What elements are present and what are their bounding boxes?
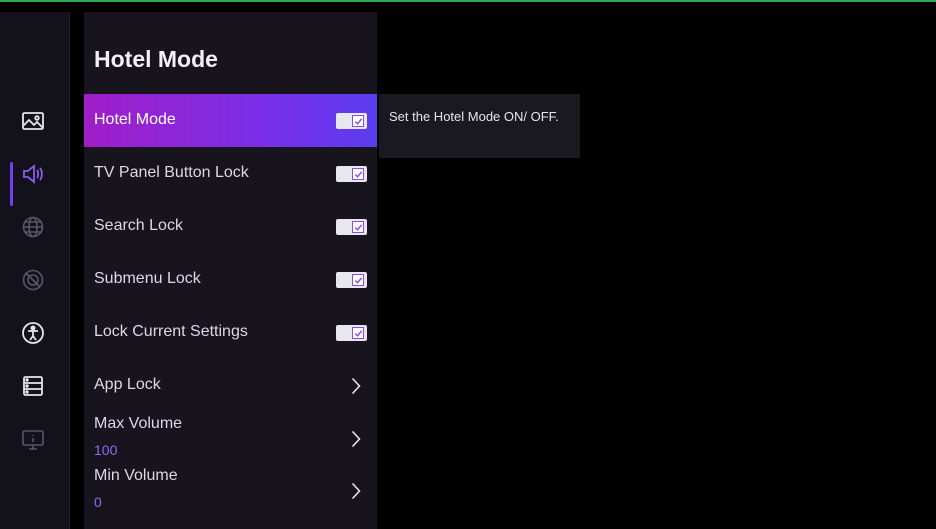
menu-item-lock-current-settings[interactable]: Lock Current Settings [84,306,377,359]
tooltip-text: Set the Hotel Mode ON/ OFF. [389,109,559,124]
page-title: Hotel Mode [94,46,218,72]
menu-item-label: Min Volume [94,467,178,484]
menu-item-min-volume[interactable]: Min Volume 0 [84,464,377,517]
menu-item-hotel-mode[interactable]: Hotel Mode [84,94,377,147]
min-volume-value: 0 [94,494,102,510]
settings-category-rail [0,12,70,529]
privacy-icon[interactable] [20,267,46,293]
lock-current-settings-checkbox[interactable] [336,324,367,341]
menu-item-label: Lock Current Settings [94,323,248,340]
menu-item-search-lock[interactable]: Search Lock [84,200,377,253]
chevron-right-icon [351,430,361,448]
chevron-right-icon [351,482,361,500]
top-accent-line [0,0,936,2]
help-tooltip: Set the Hotel Mode ON/ OFF. [379,94,580,158]
max-volume-value: 100 [94,442,118,458]
chevron-right-icon [351,377,361,395]
network-icon[interactable] [20,214,46,240]
search-lock-checkbox[interactable] [336,218,367,235]
menu-item-label: Submenu Lock [94,270,201,287]
accessibility-icon[interactable] [20,320,46,346]
menu-item-submenu-lock[interactable]: Submenu Lock [84,253,377,306]
menu-item-label: Hotel Mode [94,111,176,128]
menu-item-tv-panel-button-lock[interactable]: TV Panel Button Lock [84,147,377,200]
hotel-mode-menu: Hotel Mode Hotel Mode TV Panel Button Lo… [84,12,377,529]
menu-item-label: TV Panel Button Lock [94,164,249,181]
menu-item-max-volume[interactable]: Max Volume 100 [84,412,377,465]
submenu-lock-checkbox[interactable] [336,271,367,288]
menu-item-label: Search Lock [94,217,183,234]
system-icon[interactable] [20,373,46,399]
support-icon[interactable] [20,426,46,452]
picture-icon[interactable] [20,108,46,134]
hotel-mode-checkbox[interactable] [336,112,367,129]
sound-icon[interactable] [20,161,46,187]
tv-panel-button-lock-checkbox[interactable] [336,165,367,182]
active-category-indicator [10,162,13,206]
menu-item-label: App Lock [94,376,161,393]
menu-item-label: Max Volume [94,415,183,432]
menu-item-app-lock[interactable]: App Lock [84,359,377,412]
